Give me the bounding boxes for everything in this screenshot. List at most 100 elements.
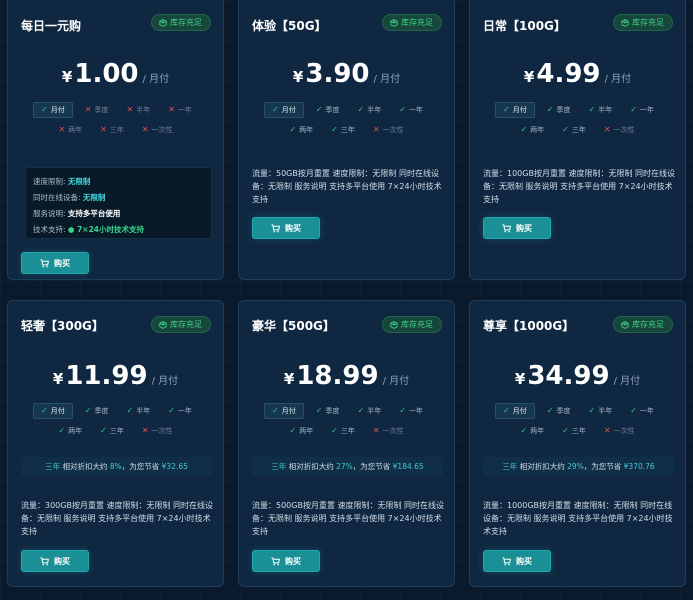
period-halfyear[interactable]: ✕ 半年: [121, 102, 157, 118]
period-two-years[interactable]: ✕ 两年: [52, 122, 88, 138]
period-yearly[interactable]: ✓ 一年: [393, 403, 429, 419]
spec-support: 技术支持: ● 7×24小时技术支持: [33, 225, 145, 234]
period-two-years[interactable]: ✓ 两年: [514, 423, 550, 439]
check-icon: ✓: [588, 406, 596, 415]
check-icon: ✓: [315, 406, 323, 415]
period-monthly[interactable]: ✓ 月付: [495, 403, 535, 419]
period-quarterly[interactable]: ✓ 季度: [310, 102, 346, 118]
period-quarterly[interactable]: ✕ 季度: [79, 102, 115, 118]
cart-icon: [271, 223, 280, 232]
period-halfyear[interactable]: ✓ 半年: [352, 102, 388, 118]
stock-label: 库存充足: [401, 18, 433, 27]
buy-button[interactable]: 购买: [252, 217, 320, 239]
period-onetime[interactable]: ✕ 一次性: [136, 423, 179, 439]
price: ¥ 3.90 / 月付: [239, 59, 454, 89]
price-amount: 4.99: [536, 59, 601, 89]
period-two-years[interactable]: ✓ 两年: [514, 122, 550, 138]
plan-title: 体验【50G】: [252, 19, 327, 33]
plan-title: 每日一元购: [21, 19, 82, 33]
cross-icon: ✕: [141, 125, 149, 134]
period-quarterly[interactable]: ✓ 季度: [541, 403, 577, 419]
buy-label: 购买: [54, 556, 70, 566]
cube-icon: [390, 320, 398, 329]
currency-symbol: ¥: [514, 370, 526, 388]
check-icon: ✓: [289, 426, 297, 435]
plan-card-lux-300g: 轻奢【300G】 库存充足 ¥ 11.99 / 月付 ✓ 月付 ✓ 季度 ✓ 半年 ✓…: [7, 300, 224, 587]
plan-description: 流量：500GB按月重置 速度限制：无限制 同时在线设备：无限制 服务说明 支持…: [252, 501, 445, 536]
spec-box: 速度限制: 无限制 同时在线设备: 无限制 服务说明: 支持多平台使用 技术支持…: [25, 167, 212, 239]
period-two-years[interactable]: ✓ 两年: [283, 423, 319, 439]
period-monthly[interactable]: ✓ 月付: [264, 102, 304, 118]
period-onetime[interactable]: ✕ 一次性: [598, 122, 641, 138]
plan-description: 流量：1000GB按月重置 速度限制：无限制 同时在线设备：无限制 服务说明 支…: [483, 501, 673, 536]
period-row: ✓ 月付 ✕ 季度 ✕ 半年 ✕ 一年: [8, 102, 223, 118]
price-unit: / 月付: [382, 376, 410, 387]
period-halfyear[interactable]: ✓ 半年: [352, 403, 388, 419]
period-yearly[interactable]: ✕ 一年: [162, 102, 198, 118]
period-row: ✓ 月付 ✓ 季度 ✓ 半年 ✓ 一年: [239, 403, 454, 419]
check-icon: ✓: [562, 426, 569, 435]
check-icon: ✓: [503, 105, 510, 114]
period-three-years[interactable]: ✓ 三年: [556, 122, 592, 138]
period-onetime[interactable]: ✕ 一次性: [136, 122, 179, 138]
price-unit: / 月付: [142, 74, 170, 85]
cross-icon: ✕: [141, 426, 149, 435]
cube-icon: [621, 320, 629, 329]
cart-icon: [271, 556, 280, 565]
price-unit: / 月付: [373, 74, 401, 85]
period-monthly[interactable]: ✓ 月付: [33, 403, 73, 419]
cross-icon: ✕: [58, 125, 66, 134]
period-halfyear[interactable]: ✓ 半年: [121, 403, 157, 419]
check-icon: ✓: [168, 406, 175, 415]
spec-devices: 同时在线设备: 无限制: [33, 193, 106, 202]
period-halfyear[interactable]: ✓ 半年: [583, 102, 619, 118]
check-icon: ✓: [399, 105, 406, 114]
price-amount: 1.00: [74, 59, 139, 89]
stock-label: 库存充足: [170, 320, 202, 329]
check-icon: ✓: [357, 406, 365, 415]
plan-card-daily: 每日一元购 库存充足 ¥ 1.00 / 月付 ✓ 月付 ✕ 季度 ✕ 半年 ✕ 一年 ✕…: [7, 0, 224, 280]
plan-card-daily-100g: 日常【100G】 库存充足 ¥ 4.99 / 月付 ✓ 月付 ✓ 季度 ✓ 半年 ✓ 一…: [469, 0, 686, 280]
buy-button[interactable]: 购买: [21, 252, 89, 274]
period-three-years[interactable]: ✓ 三年: [325, 122, 361, 138]
period-yearly[interactable]: ✓ 一年: [393, 102, 429, 118]
period-monthly[interactable]: ✓ 月付: [33, 102, 73, 118]
period-three-years[interactable]: ✓ 三年: [325, 423, 361, 439]
period-row: ✓ 月付 ✓ 季度 ✓ 半年 ✓ 一年: [470, 403, 685, 419]
stock-label: 库存充足: [632, 320, 664, 329]
currency-symbol: ¥: [61, 68, 73, 86]
period-two-years[interactable]: ✓ 两年: [283, 122, 319, 138]
period-onetime[interactable]: ✕ 一次性: [598, 423, 641, 439]
period-row-2: ✓ 两年 ✓ 三年 ✕ 一次性: [239, 423, 454, 439]
period-three-years[interactable]: ✓ 三年: [556, 423, 592, 439]
check-icon: ✓: [272, 105, 279, 114]
cross-icon: ✕: [126, 105, 134, 114]
price-amount: 18.99: [296, 361, 379, 391]
buy-button[interactable]: 购买: [483, 217, 551, 239]
period-two-years[interactable]: ✓ 两年: [52, 423, 88, 439]
buy-label: 购买: [516, 223, 532, 233]
period-yearly[interactable]: ✓ 一年: [162, 403, 198, 419]
plan-card-premium-500g: 豪华【500G】 库存充足 ¥ 18.99 / 月付 ✓ 月付 ✓ 季度 ✓ 半年 ✓…: [238, 300, 455, 587]
period-quarterly[interactable]: ✓ 季度: [310, 403, 346, 419]
period-halfyear[interactable]: ✓ 半年: [583, 403, 619, 419]
price: ¥ 4.99 / 月付: [470, 59, 685, 89]
period-onetime[interactable]: ✕ 一次性: [367, 423, 410, 439]
period-yearly[interactable]: ✓ 一年: [624, 102, 660, 118]
buy-label: 购买: [516, 556, 532, 566]
period-three-years[interactable]: ✕ 三年: [94, 122, 130, 138]
buy-button[interactable]: 购买: [21, 550, 89, 572]
cart-icon: [502, 556, 511, 565]
buy-button[interactable]: 购买: [483, 550, 551, 572]
period-onetime[interactable]: ✕ 一次性: [367, 122, 410, 138]
check-icon: ✓: [126, 406, 134, 415]
buy-button[interactable]: 购买: [252, 550, 320, 572]
period-yearly[interactable]: ✓ 一年: [624, 403, 660, 419]
period-three-years[interactable]: ✓ 三年: [94, 423, 130, 439]
plan-title: 日常【100G】: [483, 19, 566, 33]
period-monthly[interactable]: ✓ 月付: [495, 102, 535, 118]
price-unit: / 月付: [604, 74, 632, 85]
period-monthly[interactable]: ✓ 月付: [264, 403, 304, 419]
period-quarterly[interactable]: ✓ 季度: [541, 102, 577, 118]
period-quarterly[interactable]: ✓ 季度: [79, 403, 115, 419]
